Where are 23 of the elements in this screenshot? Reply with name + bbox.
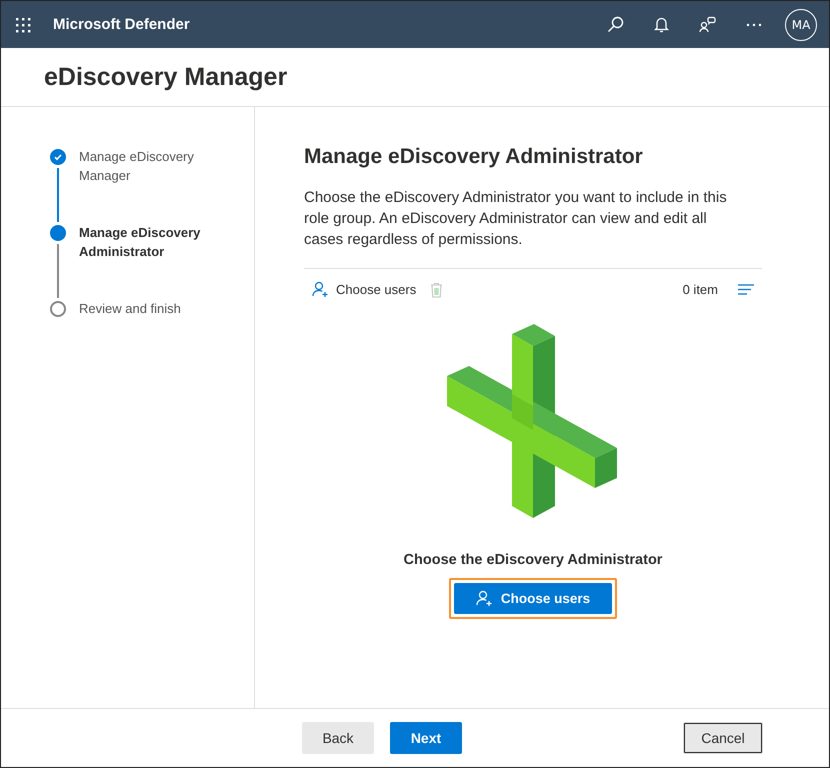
- section-heading: Manage eDiscovery Administrator: [304, 145, 644, 169]
- choose-users-button[interactable]: Choose users: [312, 281, 416, 298]
- search-icon[interactable]: [607, 16, 624, 33]
- person-add-icon: [476, 590, 493, 607]
- people-chat-icon[interactable]: [699, 16, 716, 33]
- item-count: 0 item: [682, 282, 718, 297]
- primary-button[interactable]: Next: [390, 722, 462, 754]
- empty-state-title: Choose the eDiscovery Administrator: [404, 552, 662, 568]
- app-name: Microsoft Defender: [53, 16, 191, 33]
- page-title: eDiscovery Manager: [44, 62, 288, 92]
- choose-users-button[interactable]: Choose users: [454, 583, 612, 614]
- description: Choose the eDiscovery Administrator you want to include in this role group. An eDiscovery Administrator can view and edit all cases regardless of permissions.: [304, 188, 728, 250]
- step-label[interactable]: Manage eDiscovery Administrator: [79, 223, 219, 301]
- app-launcher-icon[interactable]: [15, 16, 31, 32]
- secondary-button[interactable]: Back: [302, 722, 374, 754]
- step-label[interactable]: Review and finish: [79, 299, 219, 377]
- person-add-icon: [312, 281, 329, 298]
- step-label[interactable]: Manage eDiscovery Manager: [79, 147, 219, 225]
- menu-icon[interactable]: [738, 284, 754, 295]
- secondary-button[interactable]: Cancel: [683, 722, 763, 754]
- user-avatar[interactable]: MA: [785, 8, 817, 40]
- more-icon[interactable]: [746, 22, 762, 26]
- bell-icon[interactable]: [654, 16, 669, 33]
